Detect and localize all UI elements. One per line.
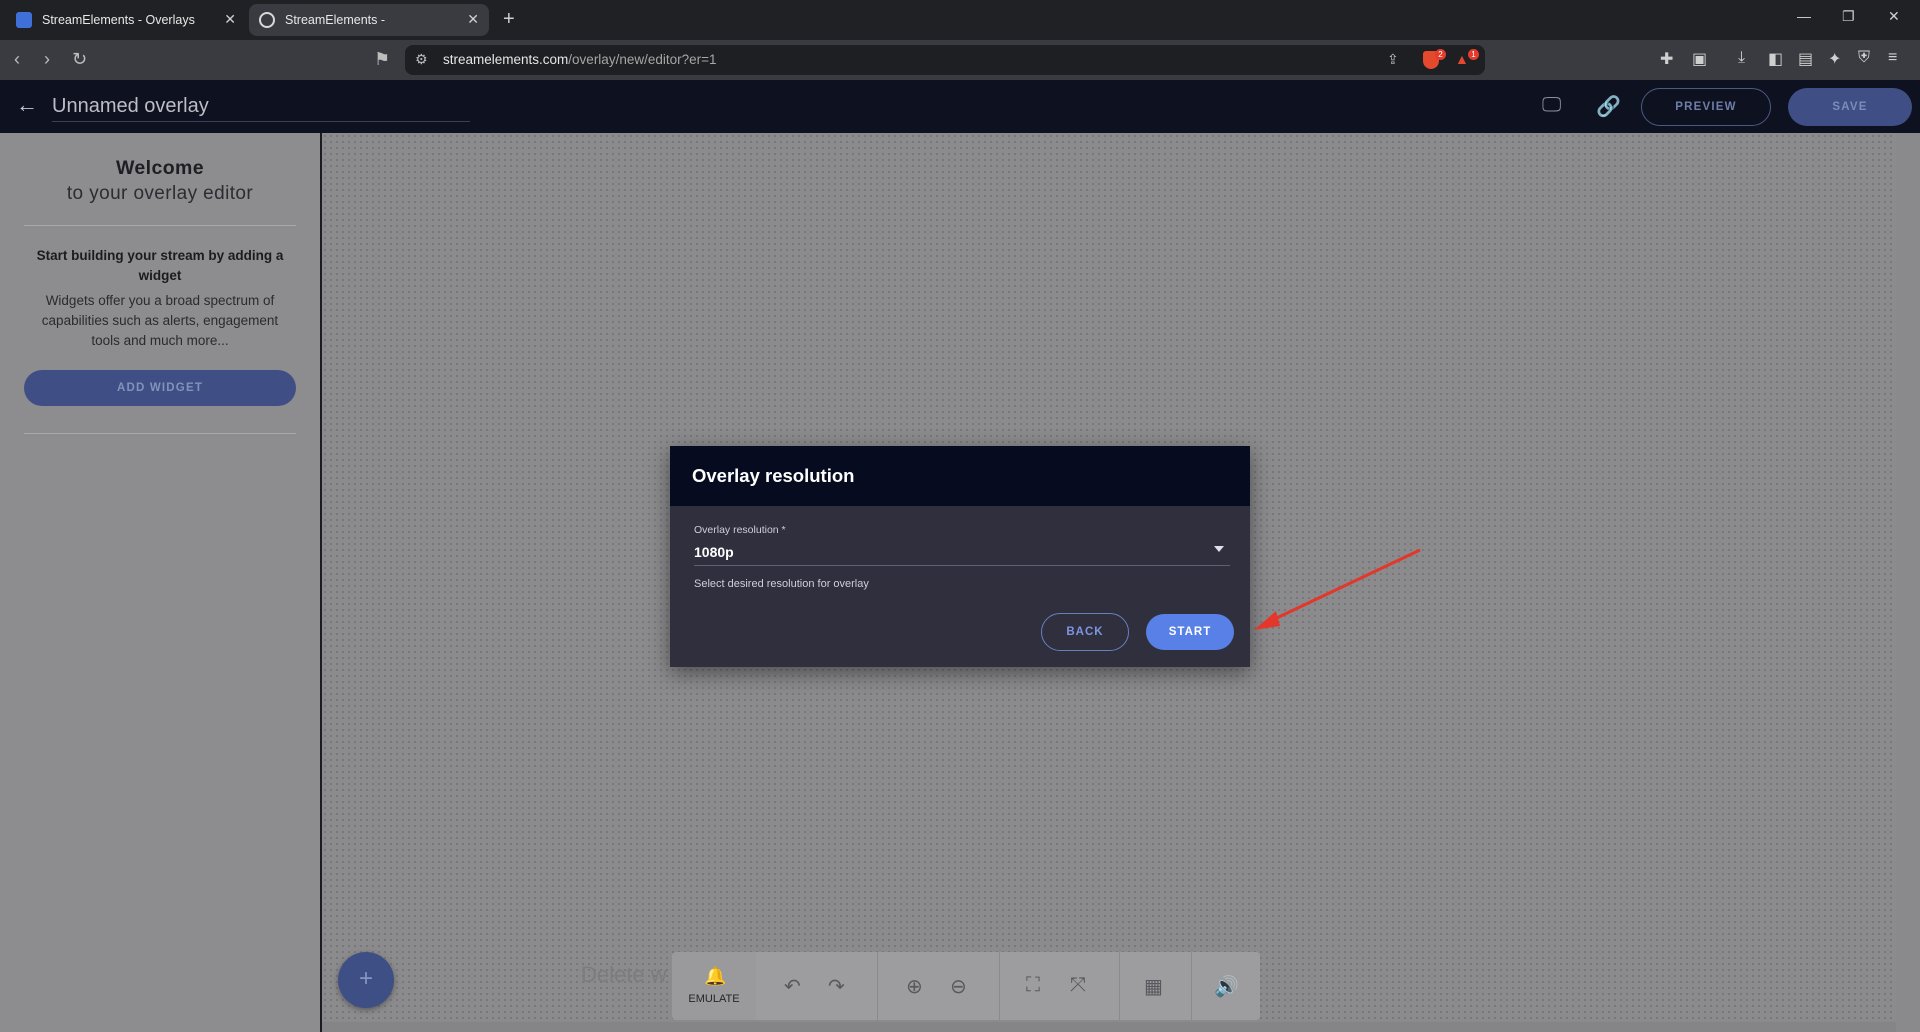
window-close-icon[interactable]: ✕ <box>1888 8 1900 25</box>
loading-favicon-icon <box>259 12 275 28</box>
welcome-heading: Welcome <box>115 157 205 179</box>
restore-icon[interactable]: ❐ <box>1842 8 1855 25</box>
rewards-count-badge: 1 <box>1468 49 1479 60</box>
chevron-down-icon <box>1214 546 1224 552</box>
dialog-header: Overlay resolution <box>670 446 1250 506</box>
add-fab-button[interactable]: + <box>338 952 394 1008</box>
start-building-text: Start building your stream by adding a w… <box>36 248 284 283</box>
annotation-arrow-icon <box>1254 548 1421 630</box>
back-icon[interactable]: ‹ <box>14 49 20 70</box>
add-widget-button[interactable]: ADD WIDGET <box>24 370 296 406</box>
browser-tab-editor[interactable]: StreamElements - ✕ <box>249 4 489 36</box>
download-icon[interactable]: ⤓ <box>1738 49 1745 67</box>
divider <box>24 433 296 434</box>
tab-close-icon[interactable]: ✕ <box>467 11 479 28</box>
sidebar-icon[interactable]: ◧ <box>1768 49 1783 69</box>
emulate-label: EMULATE <box>688 993 740 1005</box>
menu-icon[interactable]: ≡ <box>1888 49 1897 67</box>
canvas-toolbar: ↶ ↷ ⊕ ⊖ ⛶ ⤧ ▦ 🔊 <box>756 952 1260 1020</box>
fullscreen-icon[interactable]: ⛶ <box>1026 974 1040 997</box>
fit-group: ⛶ ⤧ <box>1000 952 1120 1020</box>
widget-sidebar: Welcome to your overlay editor Start bui… <box>0 133 320 1032</box>
start-button[interactable]: START <box>1146 614 1234 650</box>
shield-count-badge: 2 <box>1435 49 1446 60</box>
url-text: streamelements.com/overlay/new/editor?er… <box>443 52 717 67</box>
divider <box>24 225 296 226</box>
monitor-icon[interactable]: 🖵 <box>1542 94 1561 117</box>
site-settings-icon[interactable]: ⚙ <box>415 51 428 68</box>
grid-group: ▦ <box>1120 952 1192 1020</box>
emulate-button[interactable]: 🔔 EMULATE <box>672 952 756 1020</box>
tab-title: StreamElements - <box>285 13 386 27</box>
dialog-title: Overlay resolution <box>692 465 855 486</box>
arrow-shaft <box>1263 548 1421 626</box>
screenshot-icon[interactable]: ▣ <box>1692 49 1707 69</box>
volume-icon[interactable]: 🔊 <box>1214 974 1239 999</box>
sound-group: 🔊 <box>1192 952 1260 1020</box>
zoom-out-icon[interactable]: ⊖ <box>950 974 967 999</box>
tab-title: StreamElements - Overlays <box>42 13 195 27</box>
back-button[interactable]: BACK <box>1041 613 1129 651</box>
streamelements-favicon-icon <box>16 12 32 28</box>
fit-screen-icon[interactable]: ⤧ <box>1070 974 1086 997</box>
resolution-select[interactable]: 1080p <box>694 542 1230 566</box>
wallet-icon[interactable]: ▤ <box>1798 49 1813 69</box>
minimize-icon[interactable]: — <box>1797 8 1811 24</box>
editor-header: ← 🖵 🔗 PREVIEW SAVE <box>0 80 1920 133</box>
link-icon[interactable]: 🔗 <box>1596 94 1621 119</box>
bell-icon: 🔔 <box>704 966 727 986</box>
canvas-scroll-edge <box>322 1022 1896 1032</box>
undo-icon[interactable]: ↶ <box>784 974 801 999</box>
extensions-icon[interactable]: ✚ <box>1660 49 1673 69</box>
address-bar[interactable]: ⚙ streamelements.com/overlay/new/editor?… <box>405 45 1485 75</box>
browser-toolbar: ‹ › ↻ ⚑ ⚙ streamelements.com/overlay/new… <box>0 40 1920 80</box>
reload-icon[interactable]: ↻ <box>72 49 87 70</box>
tab-close-icon[interactable]: ✕ <box>224 11 236 28</box>
resolution-field-label: Overlay resolution * <box>694 524 786 536</box>
history-group: ↶ ↷ <box>756 952 878 1020</box>
grid-icon[interactable]: ▦ <box>1144 974 1163 999</box>
arrow-head <box>1254 611 1280 630</box>
redo-icon[interactable]: ↷ <box>828 974 845 999</box>
vpn-icon[interactable]: ⛨ <box>1858 49 1870 67</box>
welcome-subheading: to your overlay editor <box>66 183 254 204</box>
delete-widget-hint: Delete w <box>581 962 667 987</box>
save-button[interactable]: SAVE <box>1788 88 1912 126</box>
back-arrow-icon[interactable]: ← <box>16 92 38 118</box>
resolution-selected-value: 1080p <box>694 544 734 560</box>
browser-tab-bar: StreamElements - Overlays ✕ StreamElemen… <box>0 0 1920 40</box>
share-icon[interactable]: ⇪ <box>1387 51 1399 68</box>
bookmark-icon[interactable]: ⚑ <box>374 49 390 70</box>
preview-button[interactable]: PREVIEW <box>1641 88 1771 126</box>
ai-icon[interactable]: ✦ <box>1828 49 1841 69</box>
canvas-scroll-edge <box>1896 133 1920 1032</box>
zoom-group: ⊕ ⊖ <box>878 952 1000 1020</box>
overlay-title-input[interactable] <box>52 92 470 122</box>
widgets-description: Widgets offer you a broad spectrum of ca… <box>41 293 279 348</box>
resolution-helper-text: Select desired resolution for overlay <box>694 578 869 590</box>
browser-tab-overlays[interactable]: StreamElements - Overlays ✕ <box>6 4 246 36</box>
brave-rewards-icon[interactable]: ▲ <box>1455 51 1469 67</box>
zoom-in-icon[interactable]: ⊕ <box>906 974 923 999</box>
overlay-resolution-dialog: Overlay resolution Overlay resolution * … <box>670 446 1250 667</box>
forward-icon[interactable]: › <box>44 49 50 70</box>
new-tab-button[interactable]: + <box>503 8 515 31</box>
